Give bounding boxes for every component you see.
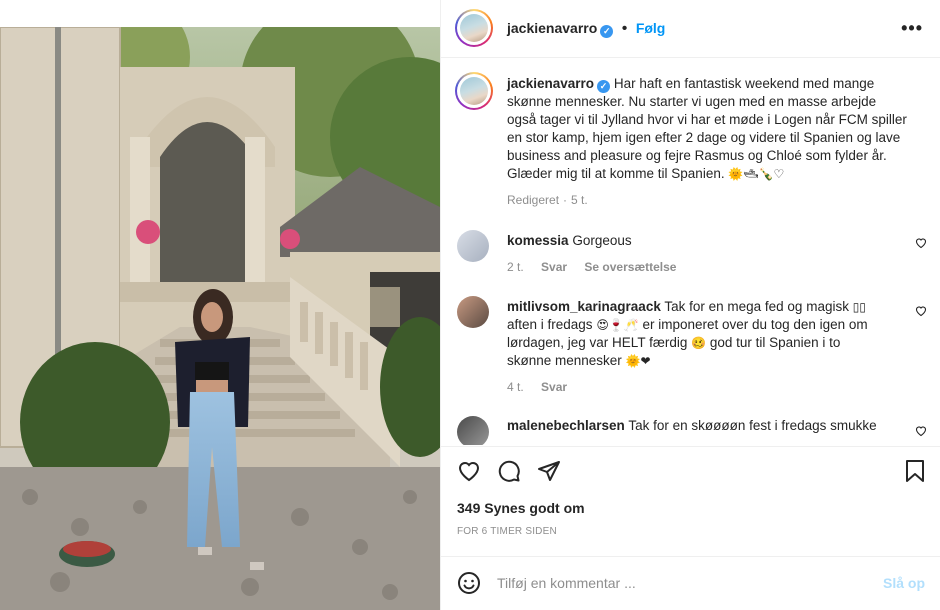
comment-username[interactable]: malenebechlarsen	[507, 418, 625, 433]
verified-badge-icon: ✓	[600, 25, 614, 38]
comment-text: Gorgeous	[572, 233, 632, 248]
comment-like-heart-icon[interactable]	[915, 425, 927, 437]
post-photo[interactable]	[0, 27, 440, 610]
comment-like-heart-icon[interactable]	[915, 237, 927, 249]
comments-list[interactable]: jackienavarro ✓ Har haft en fantastisk we…	[441, 59, 940, 445]
reply-button[interactable]: Svar	[541, 260, 567, 274]
author-avatar[interactable]	[455, 9, 493, 47]
action-bar	[441, 446, 940, 496]
caption-age: 5 t.	[571, 193, 588, 207]
comment-age: 2 t.	[507, 260, 524, 274]
translate-button[interactable]: Se oversættelse	[584, 260, 676, 274]
like-count[interactable]: 349 Synes godt om	[457, 500, 585, 516]
caption-meta: Redigeret · 5 t.	[507, 191, 907, 209]
meta-dot: ·	[563, 193, 568, 207]
commenter-avatar[interactable]	[457, 296, 489, 328]
caption-edited: Redigeret	[507, 193, 560, 207]
comment-input[interactable]: Tilføj en kommentar ...	[497, 575, 636, 591]
comment-item: komessia Gorgeous 2 t. Svar Se oversætte…	[507, 232, 887, 276]
comment-age: 4 t.	[507, 380, 524, 394]
comment-meta: 4 t. Svar	[507, 378, 887, 396]
bookmark-icon[interactable]	[903, 459, 929, 485]
comment-text-part: Tak for en mega fed og magisk	[664, 299, 849, 314]
comment-text: Tak for en skøøøøn fest i fredags smukke	[628, 418, 877, 433]
follow-button[interactable]: Følg	[636, 20, 666, 36]
post-side-panel: jackienavarro ✓ • Følg ••• jackienavarro ✓…	[440, 0, 940, 610]
heart-icon[interactable]	[457, 459, 483, 485]
caption-emoji: 🌞🛥🍾♡	[728, 167, 785, 181]
instagram-post-modal: jackienavarro ✓ • Følg ••• jackienavarro ✓…	[0, 0, 940, 610]
reply-button[interactable]: Svar	[541, 380, 567, 394]
comment-like-heart-icon[interactable]	[915, 305, 927, 317]
post-header: jackienavarro ✓ • Følg •••	[441, 0, 940, 58]
post-timestamp: FOR 6 TIMER SIDEN	[457, 526, 557, 537]
comment-emoji: 🌞❤	[625, 354, 651, 368]
post-comment-button[interactable]: Slå op	[883, 575, 925, 591]
comment-item: malenebechlarsen Tak for en skøøøøn fest…	[507, 417, 887, 435]
comment-composer: Tilføj en kommentar ... Slå op	[441, 556, 940, 610]
comment-text-part: aften i fredags	[507, 317, 593, 332]
verified-badge-icon: ✓	[597, 80, 611, 93]
comment-item: mitlivsom_karinagraack Tak for en mega f…	[507, 298, 887, 396]
comment-meta: 2 t. Svar Se oversættelse	[507, 258, 887, 276]
comment-emoji: ▯▯	[852, 300, 866, 314]
comment-emoji: 🥴	[691, 336, 707, 350]
share-icon[interactable]	[537, 459, 563, 485]
caption: jackienavarro ✓ Har haft en fantastisk we…	[507, 75, 907, 209]
post-photo-image	[0, 27, 440, 610]
commenter-avatar[interactable]	[457, 230, 489, 262]
separator-dot: •	[621, 20, 628, 37]
commenter-avatar[interactable]	[457, 416, 489, 445]
comment-username[interactable]: mitlivsom_karinagraack	[507, 299, 661, 314]
comment-icon[interactable]	[497, 459, 523, 485]
more-options-icon[interactable]: •••	[901, 18, 923, 39]
comment-username[interactable]: komessia	[507, 233, 569, 248]
author-username[interactable]: jackienavarro	[507, 20, 597, 36]
caption-username[interactable]: jackienavarro	[507, 76, 594, 91]
comment-emoji: 😍🍷🥂	[596, 318, 639, 332]
caption-avatar[interactable]	[455, 72, 493, 110]
emoji-icon[interactable]	[457, 571, 481, 595]
caption-text: Har haft en fantastisk weekend med mange…	[507, 76, 907, 181]
